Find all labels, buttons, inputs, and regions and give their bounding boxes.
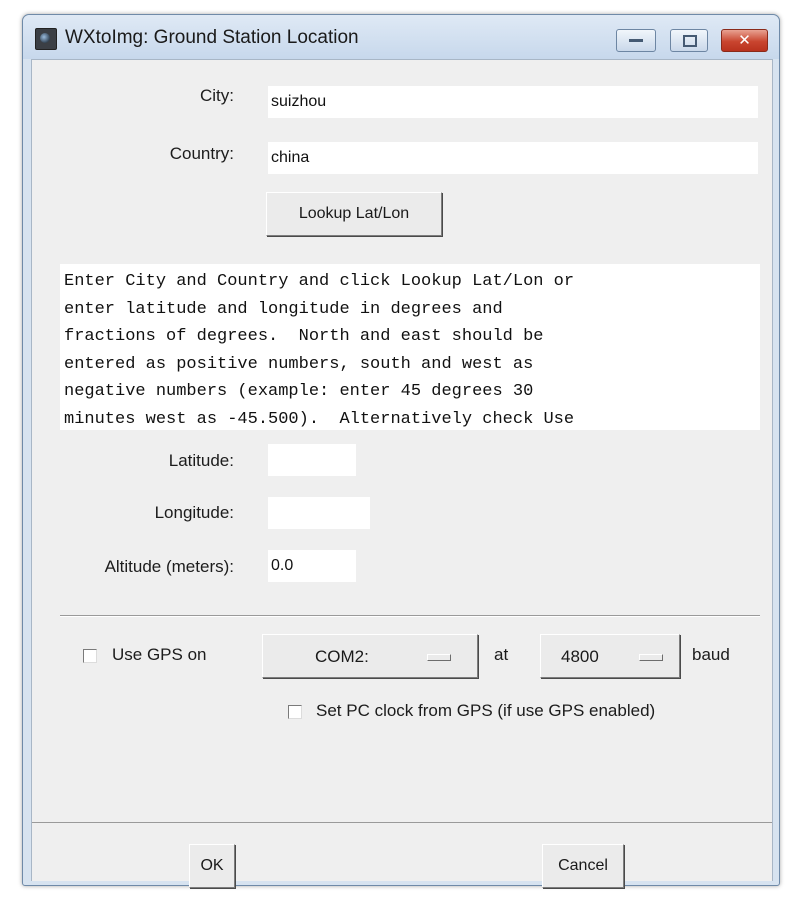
longitude-input[interactable] — [268, 497, 370, 529]
city-label: City: — [200, 86, 234, 105]
separator — [60, 615, 760, 617]
ground-station-location-window: WXtoImg: Ground Station Location ✕ City:… — [22, 14, 780, 888]
use-gps-label: Use GPS on — [112, 645, 207, 664]
dropdown-indicator-icon — [427, 654, 451, 661]
title-bar[interactable]: WXtoImg: Ground Station Location ✕ — [23, 15, 779, 59]
ok-button[interactable]: OK — [189, 844, 235, 888]
country-label: Country: — [169, 144, 234, 163]
baud-rate-value: 4800 — [561, 647, 599, 666]
baud-label: baud — [692, 645, 730, 664]
altitude-label: Altitude (meters): — [104, 557, 234, 576]
longitude-label: Longitude: — [154, 503, 234, 522]
minimize-icon — [629, 39, 643, 42]
wxtoimg-app-icon — [35, 28, 57, 50]
at-label: at — [494, 645, 509, 664]
baud-rate-select[interactable]: 4800 — [540, 634, 680, 678]
cancel-button[interactable]: Cancel — [542, 844, 624, 888]
button-bar: OK Cancel — [32, 822, 772, 888]
minimize-button[interactable] — [616, 29, 656, 52]
lookup-lat-lon-button[interactable]: Lookup Lat/Lon — [266, 192, 442, 236]
set-pc-clock-checkbox[interactable] — [288, 705, 302, 719]
use-gps-checkbox[interactable] — [83, 649, 97, 663]
latitude-label: Latitude: — [168, 451, 234, 470]
set-pc-clock-label: Set PC clock from GPS (if use GPS enable… — [316, 701, 656, 720]
close-icon: ✕ — [738, 32, 751, 49]
country-input[interactable] — [268, 142, 758, 174]
latitude-input[interactable] — [268, 444, 356, 476]
city-input[interactable] — [268, 86, 758, 118]
gps-port-value: COM2: — [315, 647, 369, 666]
altitude-input[interactable] — [268, 550, 356, 582]
close-button[interactable]: ✕ — [721, 29, 768, 52]
dropdown-indicator-icon — [639, 654, 663, 661]
dialog-body: City: Country: Lookup Lat/Lon Enter City… — [31, 59, 773, 888]
maximize-icon — [683, 35, 697, 47]
maximize-button[interactable] — [670, 29, 708, 52]
instructions-text: Enter City and Country and click Lookup … — [60, 264, 760, 430]
window-title: WXtoImg: Ground Station Location — [65, 27, 359, 48]
gps-port-select[interactable]: COM2: — [262, 634, 478, 678]
